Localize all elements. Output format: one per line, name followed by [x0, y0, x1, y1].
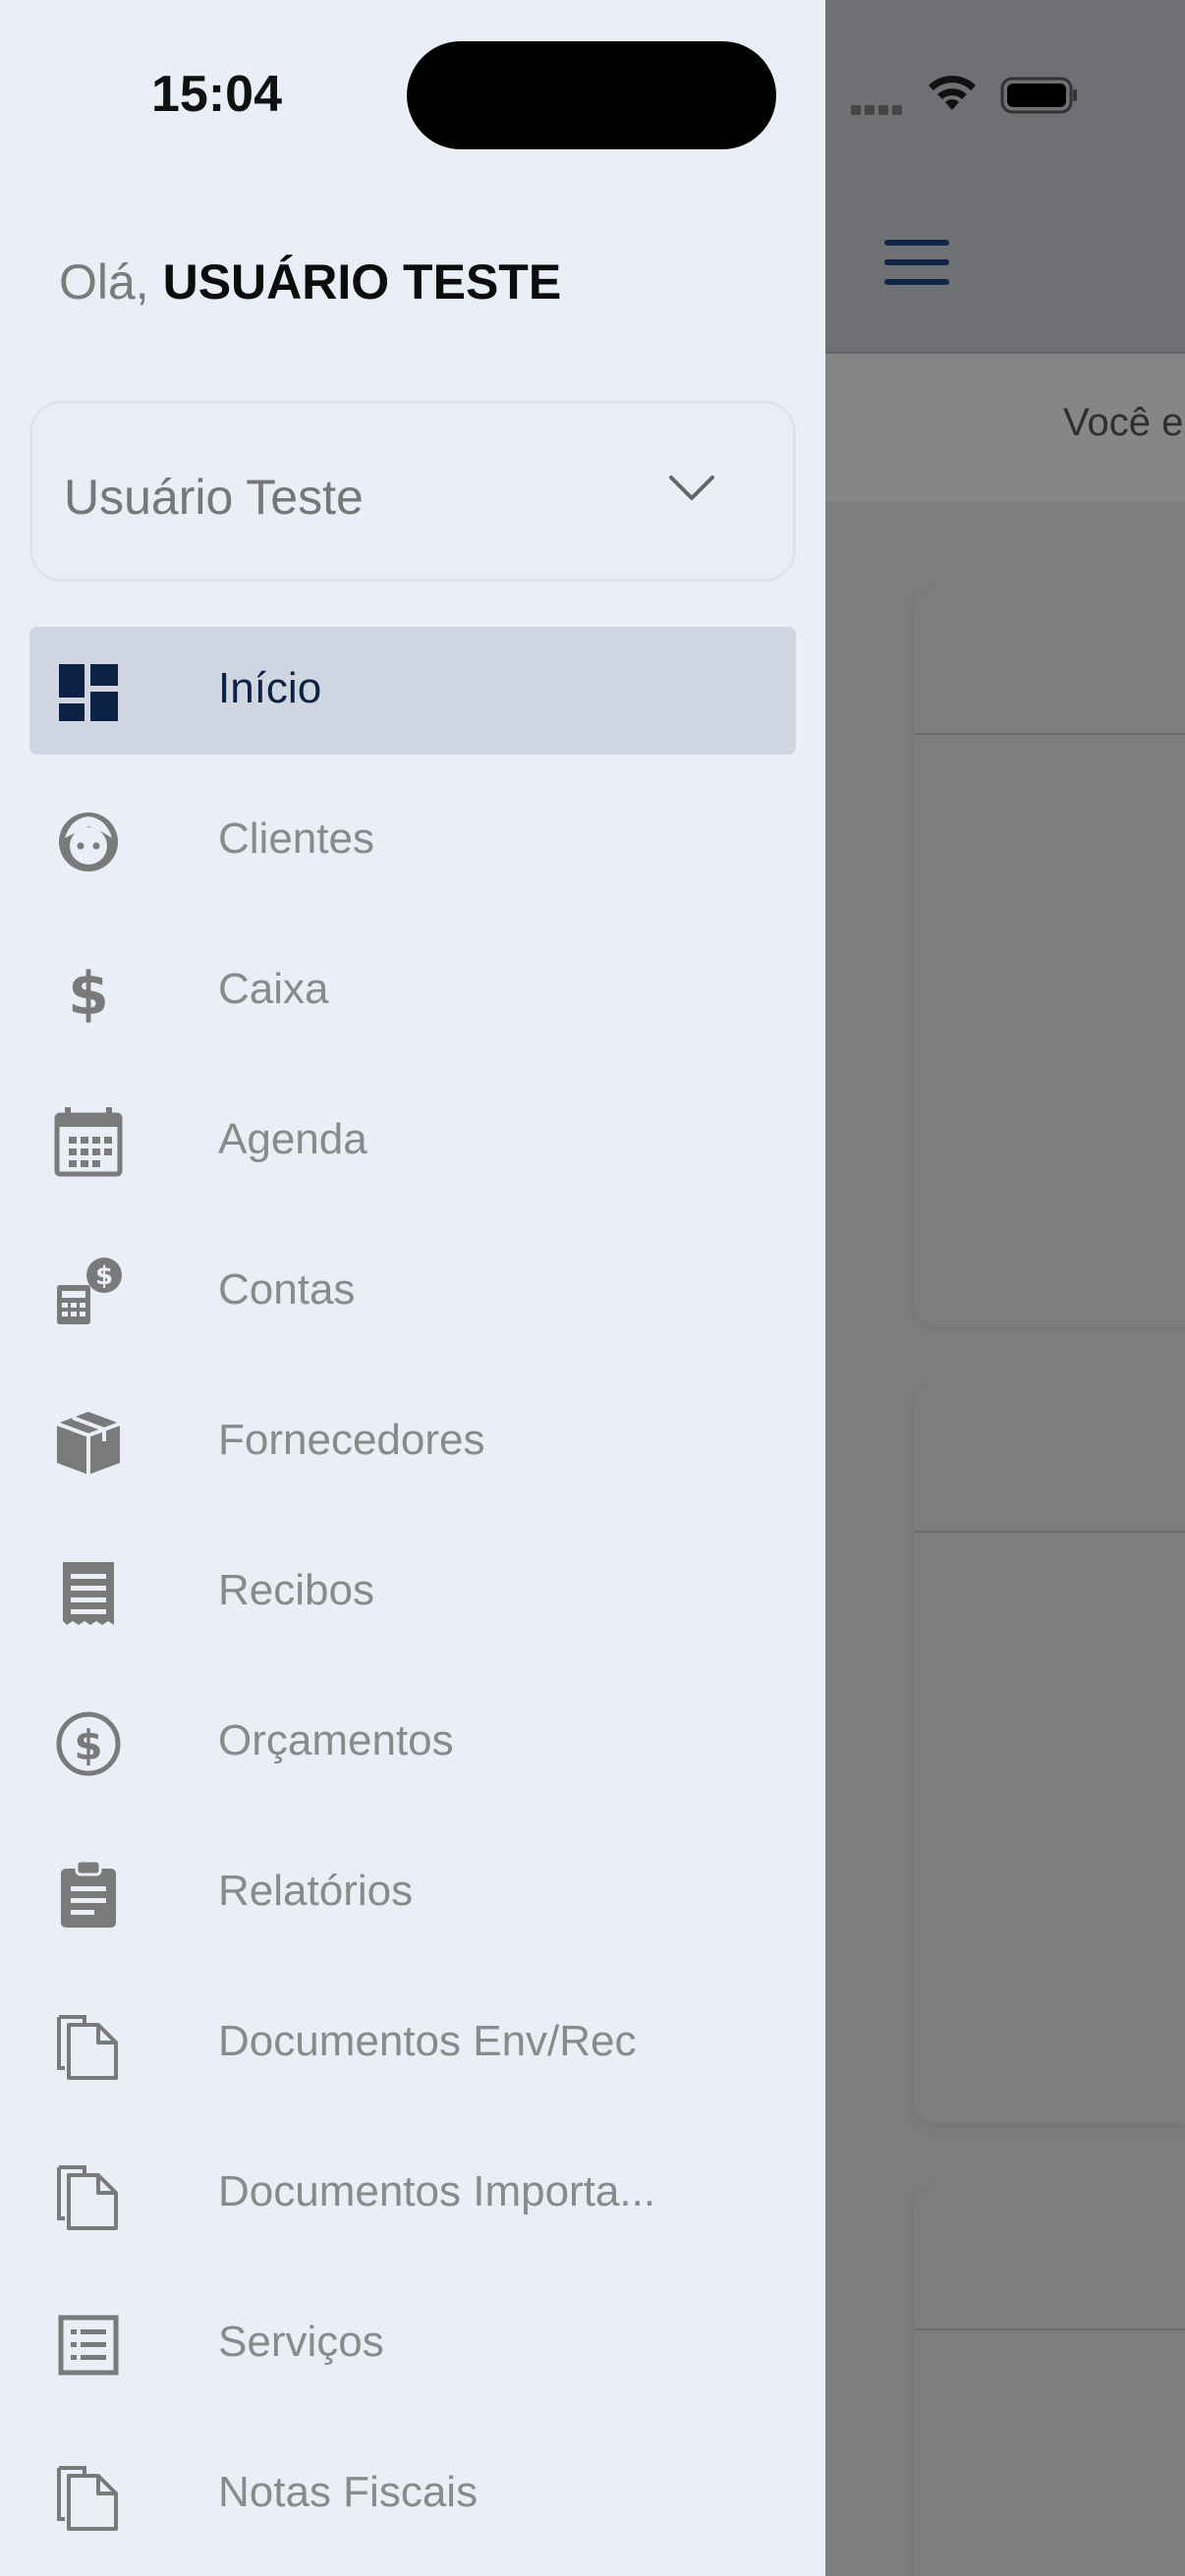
menu-item-or-amentos[interactable]: $ Orçamentos	[29, 1679, 796, 1807]
menu-item-documentos-importa[interactable]: Documentos Importa...	[29, 2130, 796, 2258]
menu-item-label: Serviços	[218, 2318, 384, 2366]
documents-icon	[51, 2007, 126, 2082]
menu-item-label: Orçamentos	[218, 1716, 454, 1764]
greeting-prefix: Olá,	[59, 254, 163, 309]
cellular-signal-icon	[851, 102, 908, 115]
receipt-icon	[51, 1556, 126, 1631]
menu-item-contas[interactable]: $ Contas	[29, 1228, 796, 1356]
face-icon	[51, 805, 126, 879]
calendar-icon	[51, 1105, 126, 1180]
status-bar-time: 15:04	[151, 66, 282, 123]
menu-item-caixa[interactable]: $ Caixa	[29, 927, 796, 1055]
menu-item-in-cio[interactable]: Início	[29, 627, 796, 755]
menu-item-label: Documentos Importa...	[218, 2167, 656, 2215]
menu-item-relat-rios[interactable]: Relatórios	[29, 1829, 796, 1957]
menu-item-notas-fiscais[interactable]: Notas Fiscais	[29, 2431, 796, 2558]
app-header-divider	[825, 352, 1185, 354]
user-select-value: Usuário Teste	[64, 470, 364, 525]
menu-item-label: Fornecedores	[218, 1416, 485, 1464]
greeting: Olá, USUÁRIO TESTE	[59, 253, 561, 310]
menu-item-label: Clientes	[218, 814, 374, 863]
box-icon	[51, 1406, 126, 1481]
app-card	[914, 1385, 1185, 2124]
menu-item-clientes[interactable]: Clientes	[29, 777, 796, 905]
hamburger-menu-icon[interactable]	[884, 240, 949, 295]
menu-item-label: Documentos Env/Rec	[218, 2017, 637, 2065]
documents-icon	[51, 2157, 126, 2232]
svg-text:$: $	[68, 960, 109, 1029]
dynamic-island	[407, 41, 776, 149]
menu-item-label: Relatórios	[218, 1867, 414, 1915]
menu-item-label: Início	[218, 664, 322, 712]
menu-item-label: Agenda	[218, 1115, 367, 1163]
menu-item-documentos-env-rec[interactable]: Documentos Env/Rec	[29, 1980, 796, 2107]
menu-item-label: Notas Fiscais	[218, 2468, 479, 2516]
navigation-drawer: 15:04 Olá, USUÁRIO TESTE Usuário Teste I…	[0, 0, 825, 2576]
app-card	[914, 588, 1185, 1326]
menu-item-recibos[interactable]: Recibos	[29, 1529, 796, 1656]
svg-text:$: $	[95, 1261, 113, 1291]
chevron-down-icon	[667, 473, 716, 504]
menu-item-servi-os[interactable]: Serviços	[29, 2280, 796, 2408]
circle-dollar-icon: $	[51, 1707, 126, 1781]
greeting-user-name: USUÁRIO TESTE	[162, 254, 562, 309]
calculator-dollar-icon: $	[51, 1256, 126, 1330]
dashboard-icon	[51, 654, 126, 729]
svg-text:$: $	[74, 1721, 102, 1769]
wifi-icon	[926, 75, 979, 114]
user-select-dropdown[interactable]: Usuário Teste	[29, 401, 796, 582]
app-banner-text: Você e	[1063, 401, 1184, 444]
menu-item-label: Caixa	[218, 965, 329, 1013]
app-card	[914, 2183, 1185, 2576]
menu-item-agenda[interactable]: Agenda	[29, 1078, 796, 1205]
documents-icon	[51, 2458, 126, 2533]
menu-item-label: Recibos	[218, 1566, 374, 1614]
menu-item-fornecedores[interactable]: Fornecedores	[29, 1378, 796, 1506]
dollar-icon: $	[51, 955, 126, 1030]
battery-icon	[1000, 77, 1079, 114]
clipboard-icon	[51, 1857, 126, 1932]
menu-item-label: Contas	[218, 1265, 356, 1314]
list-icon	[51, 2308, 126, 2382]
